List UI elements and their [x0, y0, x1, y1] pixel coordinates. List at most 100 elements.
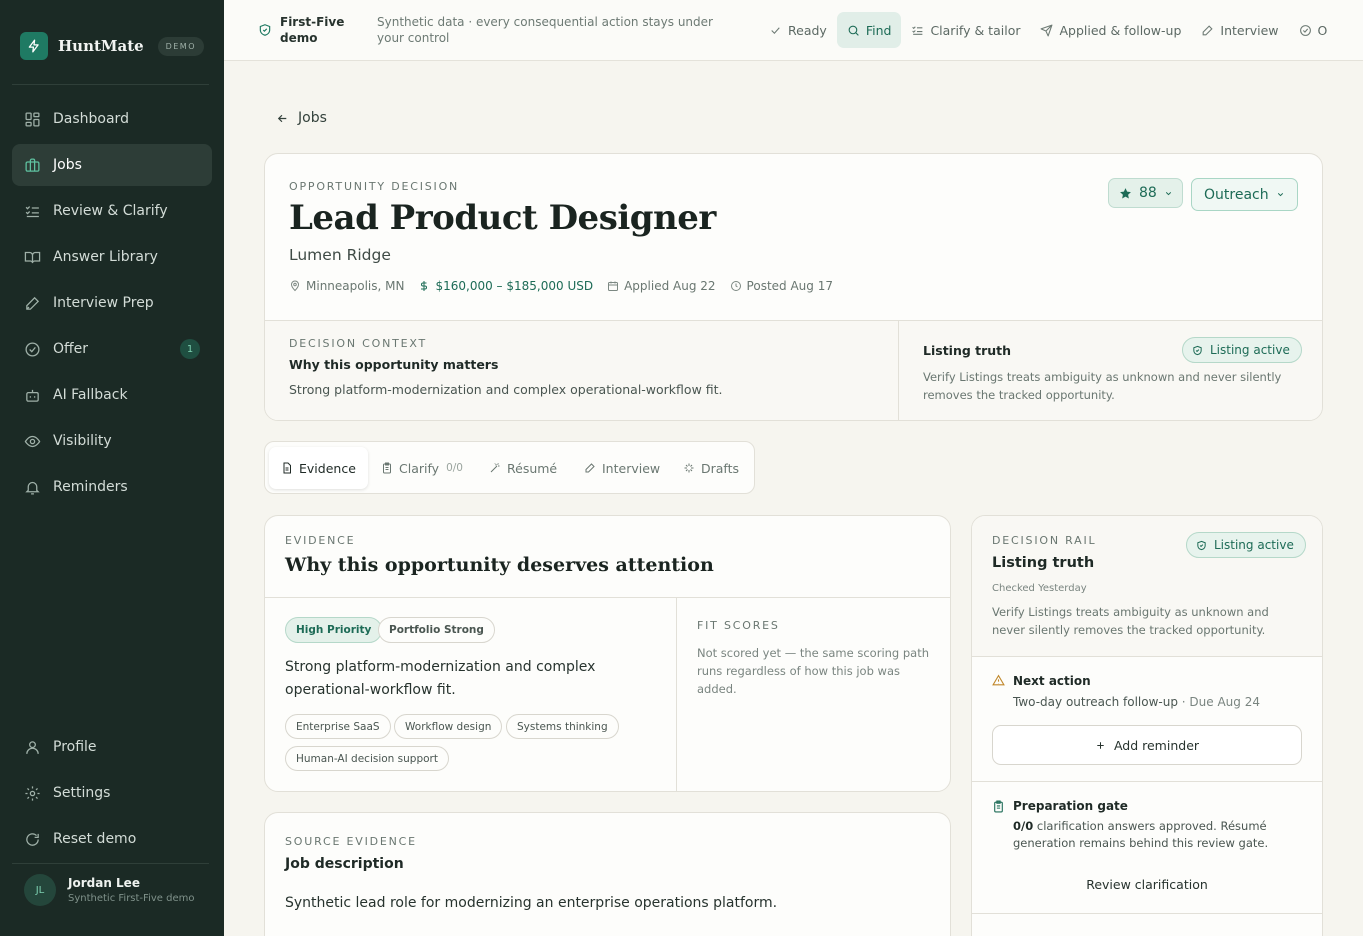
job-hero-card: OPPORTUNITY DECISION Lead Product Design… [264, 153, 1323, 421]
score-dropdown[interactable]: 88 [1108, 178, 1183, 208]
gear-icon [24, 785, 41, 802]
sidebar-item-jobs[interactable]: Jobs [12, 144, 212, 186]
sidebar-item-label: Offer [53, 341, 89, 357]
evidence-title: Why this opportunity deserves attention [285, 554, 714, 576]
plus-icon [1095, 740, 1106, 751]
shield-check-icon [1192, 345, 1203, 356]
send-icon [1040, 24, 1053, 37]
step-find[interactable]: Find [836, 12, 902, 48]
divider [676, 597, 677, 791]
next-action-section: Next action Two-day outreach follow-up ·… [972, 657, 1322, 782]
sidebar-item-offer[interactable]: Offer 1 [12, 328, 212, 370]
step-offer[interactable]: O [1289, 12, 1327, 48]
shield-check-icon [258, 23, 272, 37]
sidebar-item-label: Reminders [53, 479, 128, 495]
sidebar: HuntMate DEMO Dashboard Jobs Review & Cl… [0, 0, 224, 936]
add-reminder-button[interactable]: Add reminder [992, 725, 1302, 765]
sidebar-item-label: Settings [53, 785, 111, 801]
map-pin-icon [289, 280, 301, 292]
sidebar-item-label: Answer Library [53, 249, 158, 265]
tab-evidence[interactable]: Evidence [269, 447, 368, 489]
sidebar-divider [12, 84, 209, 85]
bell-icon [24, 479, 41, 496]
step-applied-follow-up[interactable]: Applied & follow-up [1030, 12, 1191, 48]
star-icon [1119, 187, 1132, 200]
sidebar-item-profile[interactable]: Profile [12, 726, 212, 768]
review-clarification-button[interactable]: Review clarification [992, 869, 1302, 899]
back-to-jobs-link[interactable]: Jobs [276, 110, 327, 126]
magic-wand-icon [489, 462, 501, 474]
tab-resume[interactable]: Résumé [477, 447, 569, 489]
portfolio-badge: Portfolio Strong [378, 617, 495, 643]
briefcase-icon [24, 157, 41, 174]
user-icon [24, 739, 41, 756]
search-icon [847, 24, 860, 37]
next-action-title: Next action [1013, 674, 1091, 688]
tab-clarify[interactable]: Clarify 0/0 [369, 447, 475, 489]
gate-count: 0/0 [1013, 819, 1034, 833]
checked-timestamp: Checked Yesterday [992, 583, 1087, 594]
preparation-gate-title: Preparation gate [1013, 799, 1128, 813]
decision-context-eyebrow: DECISION CONTEXT [289, 337, 428, 350]
divider [898, 321, 899, 420]
skill-tag: Enterprise SaaS [285, 714, 391, 739]
topbar: First-Five demo Synthetic data · every c… [224, 0, 1363, 61]
user-menu[interactable]: JL Jordan Lee Synthetic First-Five demo [24, 874, 194, 906]
sidebar-item-answer-library[interactable]: Answer Library [12, 236, 212, 278]
sidebar-item-visibility[interactable]: Visibility [12, 420, 212, 462]
book-open-icon [24, 249, 41, 266]
stage-value: Outreach [1204, 186, 1269, 203]
chevron-down-icon [1276, 190, 1285, 199]
sidebar-item-label: Jobs [53, 157, 82, 173]
sidebar-item-dashboard[interactable]: Dashboard [12, 98, 212, 140]
check-circle-icon [1299, 24, 1312, 37]
tab-drafts[interactable]: Drafts [671, 447, 751, 489]
rail-listing-truth: DECISION RAIL Listing truth Listing acti… [972, 516, 1322, 657]
hero-eyebrow: OPPORTUNITY DECISION [289, 180, 460, 193]
step-ready[interactable]: Ready [759, 12, 837, 48]
user-name: Jordan Lee [68, 876, 140, 890]
clipboard-icon [992, 800, 1005, 813]
listing-truth-body: Verify Listings treats ambiguity as unkn… [923, 370, 1282, 402]
sidebar-item-interview-prep[interactable]: Interview Prep [12, 282, 212, 324]
posted-date: Posted Aug 17 [730, 279, 833, 293]
step-interview[interactable]: Interview [1191, 12, 1288, 48]
priority-badge: High Priority [285, 617, 383, 643]
step-clarify-tailor[interactable]: Clarify & tailor [901, 12, 1030, 48]
list-check-icon [911, 24, 924, 37]
tab-interview[interactable]: Interview [572, 447, 672, 489]
check-circle-icon [24, 341, 41, 358]
fit-scores-label: FIT SCORES [697, 619, 780, 632]
sidebar-item-reminders[interactable]: Reminders [12, 466, 212, 508]
stage-dropdown[interactable]: Outreach [1191, 178, 1298, 211]
synthetic-note: Synthetic data · every consequential act… [377, 15, 713, 45]
eye-icon [24, 433, 41, 450]
listing-truth-title: Listing truth [923, 343, 1012, 358]
shield-check-icon [1196, 540, 1207, 551]
job-meta: Minneapolis, MN $160,000 – $185,000 USD … [289, 279, 847, 293]
location: Minneapolis, MN [289, 279, 404, 293]
decision-context-title: Why this opportunity matters [289, 357, 499, 372]
demo-badge: DEMO [157, 36, 204, 56]
warning-icon [992, 674, 1005, 687]
skill-tag: Human-AI decision support [285, 746, 449, 771]
preparation-gate-body: 0/0 clarification answers approved. Résu… [1013, 819, 1269, 850]
user-subtitle: Synthetic First-Five demo [68, 893, 195, 904]
sidebar-item-reset-demo[interactable]: Reset demo [12, 818, 212, 860]
sidebar-item-review-clarify[interactable]: Review & Clarify [12, 190, 212, 232]
brand-name: HuntMate [58, 37, 144, 55]
brand[interactable]: HuntMate DEMO [20, 31, 204, 61]
sidebar-item-label: AI Fallback [53, 387, 128, 403]
chevron-down-icon [1164, 189, 1173, 198]
check-icon [769, 24, 782, 37]
sidebar-item-ai-fallback[interactable]: AI Fallback [12, 374, 212, 416]
sidebar-item-settings[interactable]: Settings [12, 772, 212, 814]
score-value: 88 [1139, 185, 1157, 201]
listing-active-badge: Listing active [1186, 532, 1306, 558]
calendar-icon [607, 280, 619, 292]
dollar-icon [418, 280, 430, 292]
sidebar-item-label: Reset demo [53, 831, 137, 847]
skill-tag: Workflow design [394, 714, 503, 739]
source-evidence-card: SOURCE EVIDENCE Job description Syntheti… [264, 812, 951, 936]
sparkle-icon [683, 462, 695, 474]
